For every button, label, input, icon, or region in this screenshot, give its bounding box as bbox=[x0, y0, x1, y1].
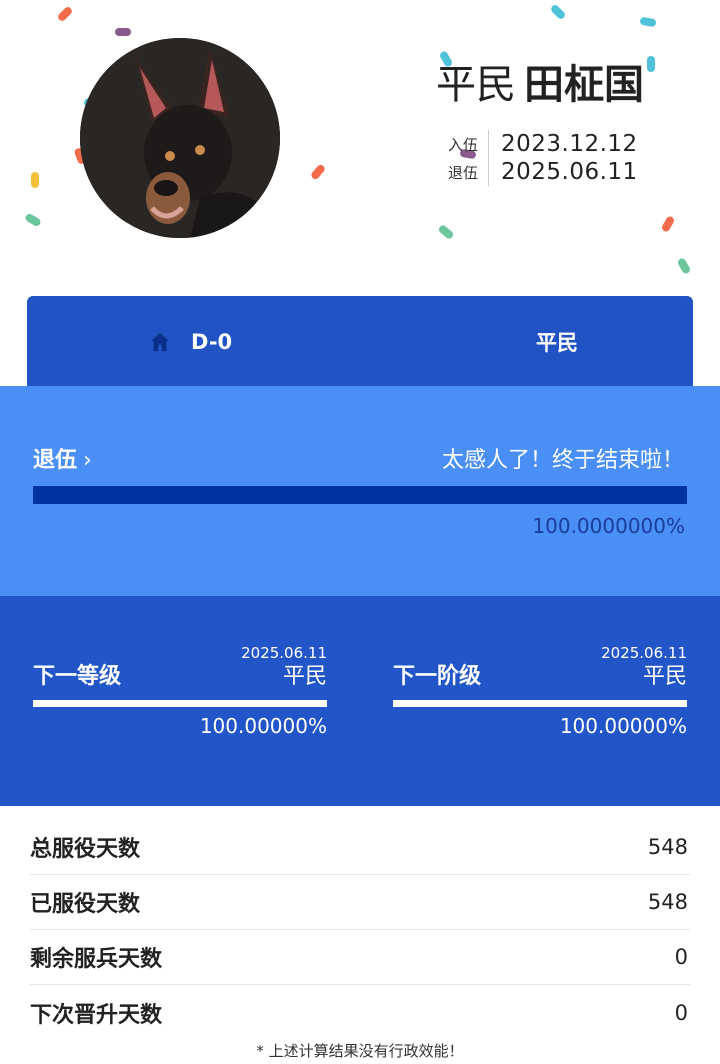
stat-value: 0 bbox=[674, 945, 688, 969]
next-stage-progress-fill bbox=[393, 700, 687, 707]
list-item: 剩余服兵天数 0 bbox=[30, 930, 690, 985]
discharge-message: 太感人了！终于结束啦！ bbox=[441, 448, 684, 473]
stat-value: 0 bbox=[674, 1000, 688, 1025]
stat-label: 总服役天数 bbox=[30, 837, 141, 862]
discharge-label: 退伍 bbox=[448, 163, 479, 182]
discharge-row: 退伍 2025.06.11 bbox=[448, 158, 638, 186]
list-item: 已服役天数 548 bbox=[30, 875, 690, 930]
rank-label: 平民 bbox=[436, 62, 516, 108]
tab-rank-label: 平民 bbox=[536, 331, 578, 355]
person-name: 田柾国 bbox=[524, 62, 644, 108]
stats-list: 总服役天数 548 已服役天数 548 剩余服兵天数 0 下次晋升天数 0 bbox=[30, 820, 690, 1040]
enlist-date: 2023.12.12 bbox=[501, 131, 638, 157]
tab-bar: D-0 平民 bbox=[27, 296, 693, 388]
tab-d-day[interactable]: D-0 bbox=[27, 296, 421, 388]
levels-section: 下一等级 2025.06.11 平民 100.00000% 下一阶级 2025.… bbox=[0, 596, 720, 806]
next-level-progress-bar bbox=[33, 700, 327, 707]
stat-label: 已服役天数 bbox=[30, 892, 141, 917]
divider bbox=[488, 158, 489, 186]
profile-name: 平民 田柾国 bbox=[436, 52, 644, 110]
list-item: 总服役天数 548 bbox=[30, 820, 690, 875]
stat-label: 剩余服兵天数 bbox=[30, 947, 163, 972]
next-stage-progress-bar bbox=[393, 700, 687, 707]
next-stage-card: 下一阶级 2025.06.11 平民 100.00000% bbox=[393, 596, 687, 806]
stat-value: 548 bbox=[647, 890, 688, 914]
next-stage-title: 下一阶级 bbox=[393, 664, 482, 689]
discharge-progress-bar bbox=[33, 486, 687, 504]
next-level-card: 下一等级 2025.06.11 平民 100.00000% bbox=[33, 596, 327, 806]
stat-value: 548 bbox=[647, 835, 688, 859]
divider bbox=[488, 130, 489, 158]
chevron-right-icon: › bbox=[83, 448, 92, 473]
footnote: * 上述计算结果没有行政效能！ bbox=[256, 1042, 464, 1060]
next-stage-percent: 100.00000% bbox=[559, 714, 687, 738]
next-level-progress-fill bbox=[33, 700, 327, 707]
enlist-row: 入伍 2023.12.12 bbox=[448, 130, 638, 158]
stat-label: 下次晋升天数 bbox=[30, 1002, 163, 1028]
discharge-link[interactable]: 退伍 › bbox=[33, 442, 92, 474]
discharge-link-label: 退伍 bbox=[33, 448, 78, 473]
next-level-rank: 平民 bbox=[282, 664, 327, 689]
discharge-progress-fill bbox=[33, 486, 687, 504]
next-level-percent: 100.00000% bbox=[199, 714, 327, 738]
list-item: 下次晋升天数 0 bbox=[30, 985, 690, 1040]
discharge-section: 退伍 › 太感人了！终于结束啦！ 100.0000000% bbox=[0, 386, 720, 596]
next-stage-rank: 平民 bbox=[642, 664, 687, 689]
dog-portrait-icon bbox=[80, 38, 280, 238]
discharge-percent: 100.0000000% bbox=[532, 514, 685, 538]
tab-d-day-label: D-0 bbox=[191, 330, 233, 354]
enlist-label: 入伍 bbox=[448, 135, 479, 154]
discharge-date: 2025.06.11 bbox=[501, 159, 638, 185]
next-level-title: 下一等级 bbox=[33, 664, 122, 689]
service-dates: 入伍 2023.12.12 退伍 2025.06.11 bbox=[448, 130, 638, 186]
tab-rank[interactable]: 平民 bbox=[421, 296, 693, 388]
avatar bbox=[80, 38, 280, 238]
home-icon bbox=[150, 332, 170, 352]
